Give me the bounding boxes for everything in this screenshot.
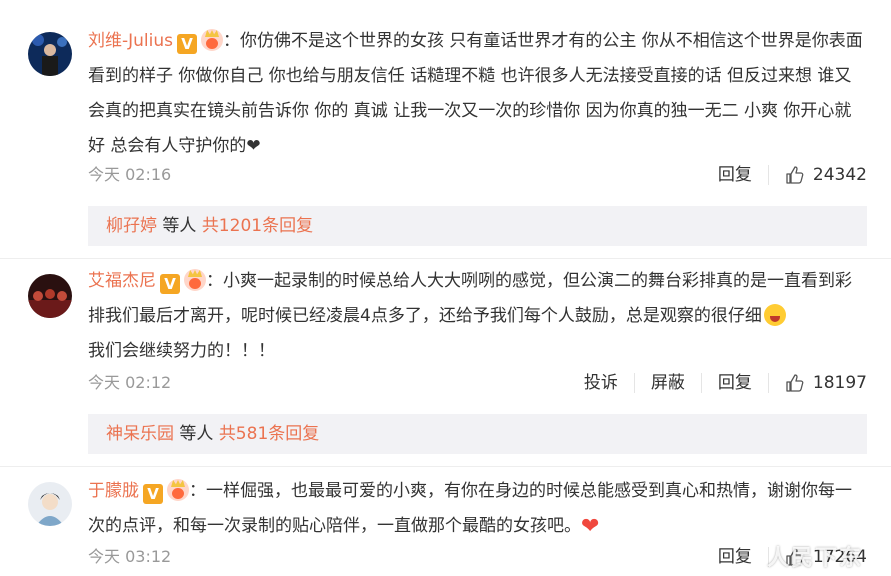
comment-meta: 今天 02:16 回复 24342 (88, 163, 867, 187)
reply-user-link[interactable]: 柳孖婷 (106, 216, 157, 236)
report-button[interactable]: 投诉 (584, 371, 618, 395)
timestamp: 今天 03:12 (88, 547, 172, 566)
fan-crown-icon (167, 479, 189, 501)
divider (767, 373, 769, 393)
verified-v-icon: V (177, 34, 197, 54)
username-link[interactable]: 于朦胧 (88, 481, 139, 501)
avatar[interactable] (28, 274, 72, 318)
like-count: 24342 (812, 165, 867, 185)
reply-etc-text: 等人 (174, 424, 219, 444)
red-heart-emoji-icon: ❤ (581, 514, 600, 539)
reply-thread-summary[interactable]: 神呆乐园 等人 共581条回复 (88, 414, 867, 454)
reply-button[interactable]: 回复 (718, 163, 752, 187)
comment-actions: 回复 24342 (718, 163, 867, 187)
comment-body: ：一样倔强，也最最可爱的小爽，有你在身边的时候总能感受到真心和热情，谢谢你每一次… (88, 481, 852, 536)
reply-button[interactable]: 回复 (718, 545, 752, 569)
reply-user-link[interactable]: 神呆乐园 (106, 424, 174, 444)
verified-v-icon: V (160, 274, 180, 294)
comment-actions: 投诉 屏蔽 回复 18197 (584, 371, 867, 395)
divider (767, 165, 769, 185)
comment-text: 刘维-Julius V ：你仿佛不是这个世界的女孩 只有童话世界才有的公主 你从不相… (88, 24, 864, 164)
crying-emoji-icon (763, 304, 786, 326)
avatar[interactable] (28, 32, 72, 76)
divider (700, 373, 702, 393)
thumbs-up-icon (786, 374, 804, 392)
reply-thread-summary[interactable]: 柳孖婷 等人 共1201条回复 (88, 206, 867, 246)
verified-v-icon: V (143, 484, 163, 504)
like-button[interactable]: 18197 (785, 371, 867, 395)
username-link[interactable]: 艾福杰尼 (88, 271, 156, 291)
comment-body: ：你仿佛不是这个世界的女孩 只有童话世界才有的公主 你从不相信这个世界是你表面看… (88, 31, 863, 156)
reply-count-link[interactable]: 共581条回复 (219, 424, 319, 444)
like-button[interactable]: 24342 (785, 163, 867, 187)
divider (0, 466, 891, 467)
reply-count-link[interactable]: 共1201条回复 (202, 216, 313, 236)
reply-button[interactable]: 回复 (718, 371, 752, 395)
fan-crown-icon (184, 269, 206, 291)
timestamp: 今天 02:16 (88, 165, 172, 184)
reply-etc-text: 等人 (157, 216, 202, 236)
username-link[interactable]: 刘维-Julius (88, 31, 173, 51)
comment-text: 艾福杰尼 V ：小爽一起录制的时候总给人大大咧咧的感觉，但公演二的舞台彩排真的是一直… (88, 264, 864, 369)
fan-crown-icon (201, 29, 223, 51)
divider (633, 373, 635, 393)
thumbs-up-icon (786, 166, 804, 184)
comment-body-line2: 我们会继续努力的！！！ (88, 341, 275, 361)
avatar[interactable] (28, 482, 72, 526)
heart-emoji-icon: ❤ (246, 136, 261, 156)
comment-meta: 今天 03:12 回复 17264 (88, 545, 867, 569)
watermark-text: 人民下东 (766, 546, 863, 571)
block-button[interactable]: 屏蔽 (651, 371, 685, 395)
divider (0, 258, 891, 259)
comment-text: 于朦胧 V ：一样倔强，也最最可爱的小爽，有你在身边的时候总能感受到真心和热情，谢谢… (88, 474, 864, 544)
timestamp: 今天 02:12 (88, 373, 172, 392)
like-count: 18197 (812, 373, 867, 393)
comment-meta: 今天 02:12 投诉 屏蔽 回复 18197 (88, 371, 867, 395)
